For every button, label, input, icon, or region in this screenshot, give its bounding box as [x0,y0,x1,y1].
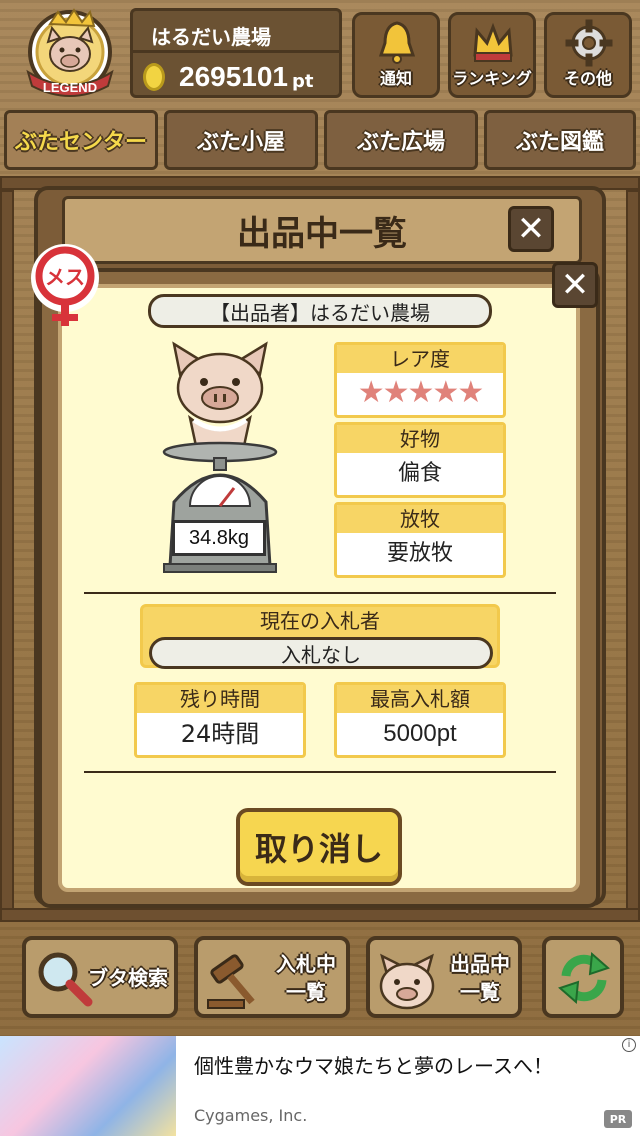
refresh-button[interactable] [542,936,624,1018]
bidding-label-line1: 入札中 [276,952,336,976]
favorite-label: 好物 [337,425,503,453]
rarity-stars: ★★★★★ [357,375,484,410]
wooden-beam [0,908,640,922]
grazing-label: 放牧 [337,505,503,533]
grazing-value: 要放牧 [386,541,453,566]
cancel-listing-button[interactable]: 取り消し [236,808,402,886]
magnifier-icon [38,952,93,1007]
header: LEGEND はるだい農場 2695101 pt 通知 ランキング その他 [0,0,640,104]
points-value: 2695101 [179,61,289,92]
pig-face-icon [379,953,435,1010]
rarity-label: レア度 [337,345,503,373]
favorite-food-box: 好物 偏食 [334,422,506,498]
ad-info-icon[interactable]: i [622,1038,636,1052]
crown-icon [473,22,513,62]
pig-search-label: ブタ検索 [88,966,168,990]
female-icon: メス [31,244,99,326]
time-remaining-box: 残り時間 24時間 [134,682,306,758]
seller-label: 【出品者】はるだい農場 [148,294,492,328]
bidding-list-button[interactable]: 入札中 一覧 [194,936,350,1018]
points-unit: pt [292,70,314,92]
max-bid-value: 5000pt [383,720,457,747]
listing-label-line2: 一覧 [460,980,500,1004]
bell-icon [378,21,416,64]
tab-buta-plaza[interactable]: ぶた広場 [324,110,478,170]
tab-buta-encyclopedia[interactable]: ぶた図鑑 [484,110,636,170]
wooden-beam [626,190,640,910]
pig-king-icon: LEGEND [26,8,114,97]
main-tabs: ぶたセンター ぶた小屋 ぶた広場 ぶた図鑑 [0,110,640,174]
tab-buta-hut[interactable]: ぶた小屋 [164,110,318,170]
ranking-label: ランキング [452,69,532,88]
grazing-box: 放牧 要放牧 [334,502,506,578]
current-bidder-box: 現在の入札者 入札なし [140,604,500,669]
settings-button[interactable]: その他 [544,12,632,98]
max-bid-label: 最高入札額 [337,685,503,713]
female-gender-badge: メス [26,242,104,330]
bidder-label: 現在の入札者 [260,609,380,633]
bidder-value: 入札なし [149,637,493,669]
gavel-icon [207,954,255,1009]
farm-name: はるだい農場 [133,11,339,53]
listing-label-line1: 出品中 [450,952,510,976]
notify-button[interactable]: 通知 [352,12,440,98]
section-divider [84,771,556,773]
farm-info-panel: はるだい農場 2695101 pt [130,8,342,98]
ranking-button[interactable]: ランキング [448,12,536,98]
ad-banner[interactable]: 個性豊かなウマ娘たちと夢のレースへ！ Cygames, Inc. i PR [0,1036,640,1136]
time-value: 24時間 [180,720,260,748]
ad-headline[interactable]: 個性豊かなウマ娘たちと夢のレースへ！ [194,1050,553,1079]
listing-list-button[interactable]: 出品中 一覧 [366,936,522,1018]
ad-pr-badge: PR [604,1110,632,1128]
legend-rank-badge[interactable]: LEGEND [14,6,126,102]
time-label: 残り時間 [137,685,303,713]
bidding-label-line2: 一覧 [286,980,326,1004]
rarity-box: レア度 ★★★★★ [334,342,506,418]
max-bid-box: 最高入札額 5000pt [334,682,506,758]
ad-image[interactable] [0,1036,176,1136]
points-display: 2695101 pt [133,56,339,98]
gender-label: メス [45,265,85,289]
detail-close-button[interactable]: ✕ [552,262,598,308]
gear-icon [565,19,613,67]
badge-text: LEGEND [43,80,97,95]
tab-buta-center[interactable]: ぶたセンター [4,110,158,170]
notify-label: 通知 [379,69,412,88]
coin-icon [143,63,165,91]
refresh-icon [558,951,610,1005]
wooden-beam [0,190,14,910]
section-divider [84,592,556,594]
ad-advertiser: Cygames, Inc. [194,1106,308,1125]
listing-close-button[interactable]: ✕ [508,206,554,252]
pig-search-button[interactable]: ブタ検索 [22,936,178,1018]
settings-label: その他 [563,69,612,88]
favorite-value: 偏食 [397,461,442,486]
weight-readout: 34.8kg [172,520,266,556]
listing-title: 出品中一覧 [62,196,582,264]
